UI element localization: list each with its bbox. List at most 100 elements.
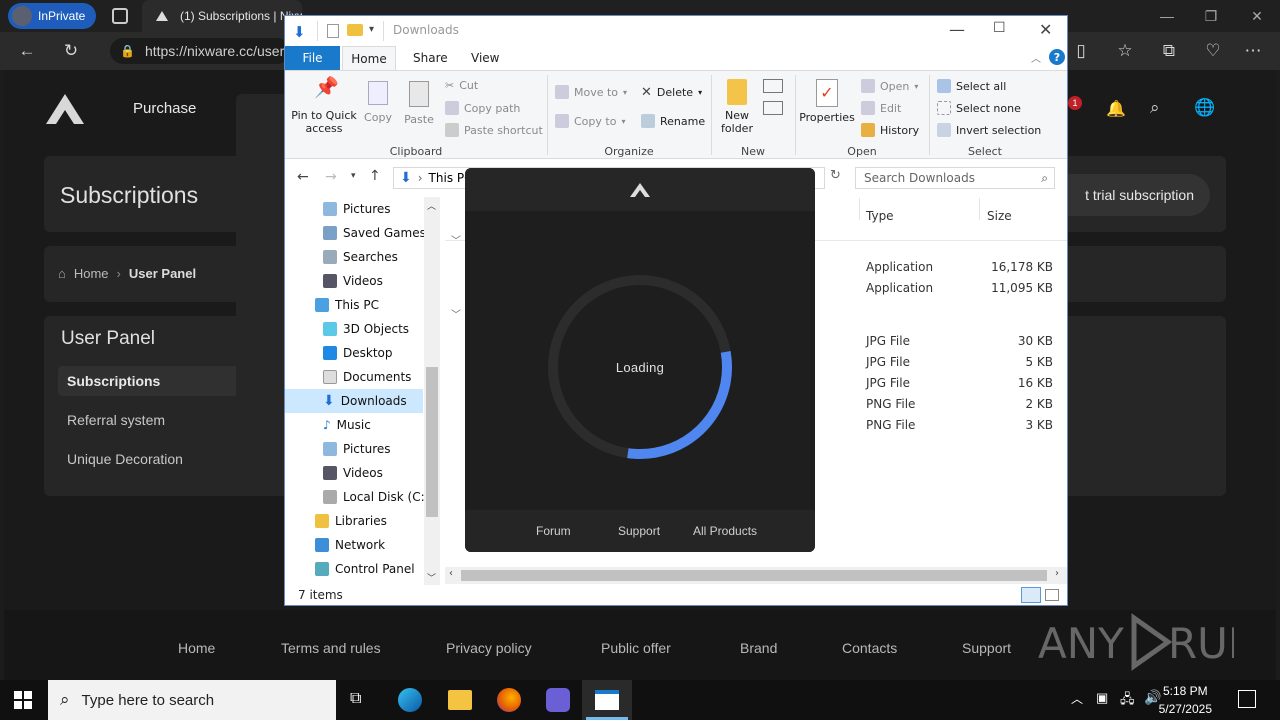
copy-path-button[interactable]: Copy path	[445, 101, 520, 115]
nav-music[interactable]: ♪ Music	[323, 413, 371, 437]
active-window-icon[interactable]	[595, 690, 619, 710]
nav-scrollbar[interactable]: ︿ ﹀	[424, 197, 440, 585]
scroll-right-icon[interactable]: ›	[1055, 568, 1059, 579]
breadcrumb-home[interactable]: Home	[74, 266, 109, 281]
footer-brand[interactable]: Brand	[740, 640, 777, 656]
copy-button[interactable]: Copy	[361, 81, 395, 124]
more-icon[interactable]: ⋯	[1242, 40, 1264, 62]
windows-start-icon[interactable]	[14, 691, 32, 709]
clock[interactable]: 5:18 PM 5/27/2025	[1159, 682, 1212, 718]
paste-button[interactable]: Paste	[401, 81, 437, 126]
footer-contacts[interactable]: Contacts	[842, 640, 897, 656]
network-tray-icon[interactable]: 🖧	[1120, 690, 1135, 712]
cut-button[interactable]: ✂ Cut	[445, 79, 478, 92]
refresh-icon[interactable]: ↻	[60, 40, 82, 62]
new-folder-button[interactable]: New folder	[715, 79, 759, 135]
nav-this-pc[interactable]: This PC	[315, 293, 379, 317]
copy-to-button[interactable]: Copy to ▾	[555, 114, 625, 128]
help-icon[interactable]: ?	[1049, 49, 1065, 65]
nav-purchase[interactable]: Purchase	[133, 100, 196, 117]
close-icon[interactable]: ✕	[1039, 20, 1052, 39]
tab-file[interactable]: File	[285, 46, 340, 70]
edge-icon[interactable]	[398, 688, 422, 712]
customize-quick-icon[interactable]: ▾	[369, 24, 374, 35]
new-item-icon[interactable]	[763, 79, 783, 93]
select-none-button[interactable]: Select none	[937, 101, 1021, 115]
collapse-ribbon-icon[interactable]: ︿	[1031, 50, 1041, 65]
inprivate-badge[interactable]: InPrivate	[8, 3, 96, 29]
nav-desktop[interactable]: Desktop	[323, 341, 393, 365]
nav-saved-games[interactable]: Saved Games	[323, 221, 426, 245]
scroll-up-icon[interactable]: ︿	[427, 199, 436, 212]
properties-button[interactable]: ✓ Properties	[799, 79, 855, 124]
tray-chevron-icon[interactable]: ︿	[1071, 690, 1083, 707]
nav-videos-2[interactable]: Videos	[323, 461, 383, 485]
link-all-products[interactable]: All Products	[693, 524, 757, 538]
menu-item-decoration[interactable]: Unique Decoration	[67, 451, 183, 467]
horizontal-scrollbar[interactable]: ‹ ›	[445, 567, 1067, 584]
menu-item-referral[interactable]: Referral system	[67, 412, 165, 428]
notifications-icon[interactable]	[1238, 690, 1256, 708]
split-screen-icon[interactable]: ▯	[1070, 40, 1092, 62]
taskbar-search[interactable]: ⌕ Type here to search	[48, 680, 336, 720]
large-icons-view-icon[interactable]	[1045, 589, 1059, 601]
scroll-down-icon[interactable]: ﹀	[427, 571, 436, 584]
refresh-icon[interactable]: ↻	[830, 168, 841, 183]
tab-share[interactable]: Share	[413, 46, 448, 70]
column-type[interactable]: Type	[866, 209, 894, 223]
forward-arrow-icon[interactable]: →	[325, 169, 337, 185]
tab-view[interactable]: View	[471, 46, 499, 70]
move-to-button[interactable]: Move to ▾	[555, 85, 627, 99]
nav-network[interactable]: Network	[315, 533, 385, 557]
footer-privacy[interactable]: Privacy policy	[446, 640, 532, 656]
trial-subscription-button[interactable]: t trial subscription	[1050, 174, 1210, 216]
task-view-icon[interactable]: ⧉	[350, 690, 361, 708]
file-explorer-taskbar-icon[interactable]	[448, 690, 472, 710]
footer-home[interactable]: Home	[178, 640, 215, 656]
bell-icon[interactable]: 🔔	[1106, 99, 1126, 119]
history-button[interactable]: History	[861, 123, 919, 137]
tray-app-icon[interactable]: ▣	[1096, 690, 1108, 706]
rename-button[interactable]: Rename	[641, 114, 705, 128]
back-arrow-icon[interactable]: ←	[297, 169, 309, 185]
app-icon[interactable]	[546, 688, 570, 712]
recent-locations-icon[interactable]: ▾	[351, 171, 356, 181]
nav-pictures-2[interactable]: Pictures	[323, 437, 391, 461]
nav-3d-objects[interactable]: 3D Objects	[323, 317, 409, 341]
favorites-icon[interactable]: ☆	[1114, 40, 1136, 62]
up-arrow-icon[interactable]: ↑	[369, 168, 381, 184]
open-button[interactable]: Open ▾	[861, 79, 918, 93]
nav-local-disk[interactable]: Local Disk (C:)	[323, 485, 429, 509]
select-all-button[interactable]: Select all	[937, 79, 1006, 93]
details-view-icon[interactable]	[1021, 587, 1041, 603]
menu-item-subscriptions[interactable]: Subscriptions	[67, 373, 160, 389]
footer-support[interactable]: Support	[962, 640, 1011, 656]
folder-quick-icon[interactable]	[347, 24, 363, 36]
nav-libraries[interactable]: Libraries	[315, 509, 387, 533]
scroll-left-icon[interactable]: ‹	[449, 568, 453, 579]
minimize-icon[interactable]: —	[1144, 0, 1190, 32]
browser-tab[interactable]: (1) Subscriptions | Nixware	[142, 0, 302, 32]
globe-icon[interactable]: 🌐	[1194, 98, 1215, 118]
nixware-logo[interactable]	[44, 92, 86, 126]
search-downloads-field[interactable]: Search Downloads ⌕	[855, 167, 1055, 189]
invert-selection-button[interactable]: Invert selection	[937, 123, 1041, 137]
tab-actions-icon[interactable]	[112, 8, 128, 24]
nav-videos[interactable]: Videos	[323, 269, 383, 293]
column-size[interactable]: Size	[987, 209, 1012, 223]
group-collapse-icon-2[interactable]: ﹀	[451, 306, 461, 321]
easy-access-icon[interactable]	[763, 101, 783, 115]
footer-terms[interactable]: Terms and rules	[281, 640, 381, 656]
footer-offer[interactable]: Public offer	[601, 640, 671, 656]
pin-quick-access-button[interactable]: 📌 Pin to Quick access	[289, 77, 359, 135]
health-icon[interactable]: ♡	[1202, 40, 1224, 62]
delete-button[interactable]: ✕ Delete ▾	[641, 85, 702, 100]
nav-searches[interactable]: Searches	[323, 245, 398, 269]
firefox-icon[interactable]	[497, 688, 521, 712]
nav-pictures[interactable]: Pictures	[323, 197, 391, 221]
collections-icon[interactable]: ⧉	[1158, 40, 1180, 62]
close-icon[interactable]: ✕	[1234, 0, 1280, 32]
hscroll-thumb[interactable]	[461, 570, 1047, 581]
nav-downloads[interactable]: ⬇ Downloads	[285, 389, 423, 413]
nav-documents[interactable]: Documents	[323, 365, 411, 389]
